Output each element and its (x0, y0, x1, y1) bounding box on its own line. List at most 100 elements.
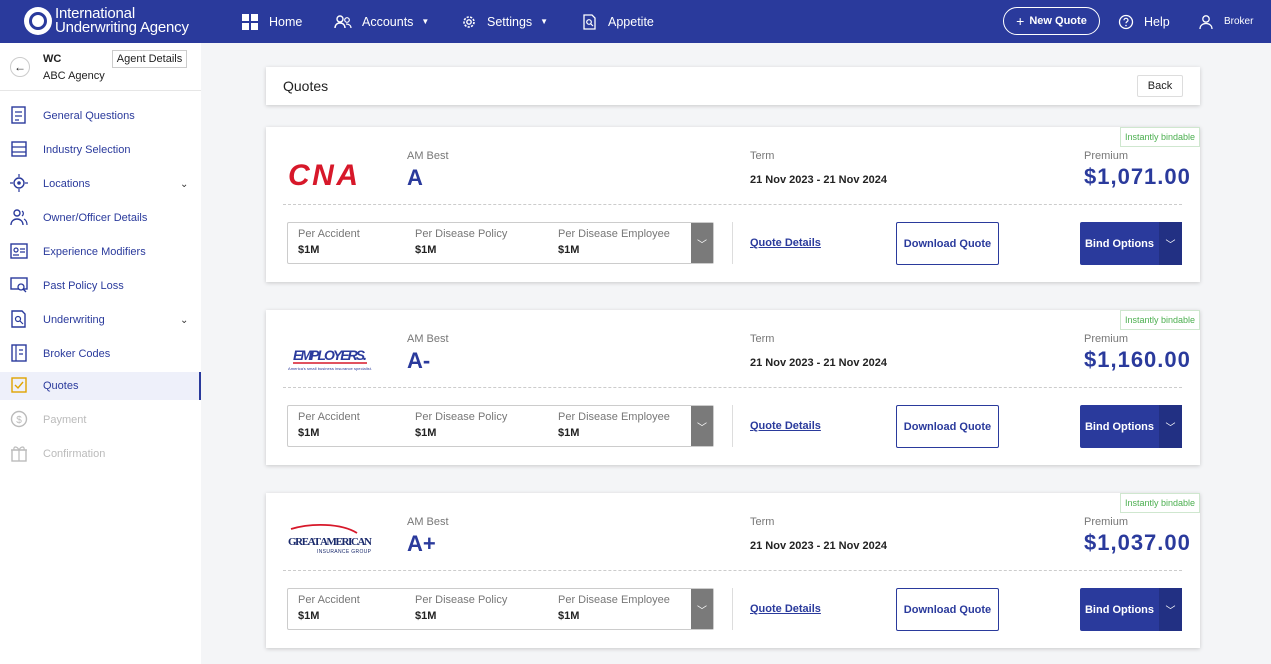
per-accident-limit: Per Accident $1M (298, 411, 360, 439)
agency-name: ABC Agency (43, 70, 105, 82)
chevron-down-icon: ▼ (540, 17, 549, 26)
bind-options-button[interactable]: Bind Options ﹀ (1080, 588, 1182, 631)
bind-options-label[interactable]: Bind Options (1080, 588, 1159, 631)
quote-card: Instantly bindable GREAT AMERICAN INSURA… (266, 493, 1200, 648)
top-navbar: International Underwriting Agency Home A… (0, 0, 1271, 43)
carrier-name: GREAT AMERICAN (288, 536, 372, 548)
brand-logo-icon (24, 7, 52, 35)
premium-label: Premium (1084, 150, 1129, 162)
sidebar-item-industry-selection[interactable]: Industry Selection (0, 136, 201, 164)
dollar-circle-icon: $ (10, 410, 28, 428)
chevron-down-icon: ▼ (421, 17, 430, 26)
bind-options-label[interactable]: Bind Options (1080, 405, 1159, 448)
sidebar-item-owner-officer-details[interactable]: Owner/Officer Details (0, 204, 201, 232)
nav-appetite[interactable]: Appetite (582, 0, 654, 43)
checklist-icon (11, 377, 27, 393)
back-arrow-icon[interactable]: ← (10, 57, 30, 77)
user-group-icon (10, 209, 28, 226)
download-quote-button[interactable]: Download Quote (896, 222, 999, 265)
sidebar-item-label: Broker Codes (43, 348, 111, 360)
chevron-down-icon: ⌄ (180, 314, 189, 326)
premium-value: $1,037.00 (1084, 530, 1191, 555)
bind-options-button[interactable]: Bind Options ﹀ (1080, 405, 1182, 448)
sidebar-item-broker-codes[interactable]: Broker Codes (0, 340, 201, 368)
limits-selector[interactable]: Per Accident $1M Per Disease Policy $1M Pe… (287, 588, 714, 630)
quote-card: Instantly bindable EMPLOYERS. America's … (266, 310, 1200, 465)
id-card-icon (10, 243, 28, 259)
nav-help[interactable]: Help (1118, 0, 1170, 43)
instantly-bindable-badge: Instantly bindable (1119, 310, 1200, 330)
am-best-rating: A+ (407, 531, 436, 556)
nav-user-menu[interactable]: Broker (1198, 0, 1253, 43)
bind-options-button[interactable]: Bind Options ﹀ (1080, 222, 1182, 265)
am-best-label: AM Best (407, 516, 449, 528)
location-target-icon (10, 174, 28, 192)
nav-home[interactable]: Home (242, 0, 302, 43)
quote-details-link[interactable]: Quote Details (750, 603, 821, 615)
divider (732, 588, 733, 630)
chevron-down-icon[interactable]: ﹀ (1159, 222, 1182, 265)
chevron-down-icon[interactable]: ﹀ (1159, 588, 1182, 631)
premium-value: $1,071.00 (1084, 164, 1191, 189)
brand-logo[interactable]: International Underwriting Agency (24, 6, 189, 36)
carrier-logo-cna: CNA (288, 159, 358, 191)
sidebar-item-label: Quotes (43, 380, 79, 392)
quote-details-link[interactable]: Quote Details (750, 420, 821, 432)
carrier-name: CNA (288, 159, 358, 191)
term-label: Term (750, 150, 775, 162)
sidebar-item-label: Payment (43, 414, 87, 426)
agent-details-button[interactable]: Agent Details (112, 50, 187, 68)
download-quote-button[interactable]: Download Quote (896, 405, 999, 448)
brand-name: International Underwriting Agency (55, 5, 189, 36)
am-best-label: AM Best (407, 333, 449, 345)
code-book-icon (11, 344, 27, 362)
users-icon (334, 14, 352, 28)
sidebar-item-label: Confirmation (43, 448, 106, 460)
sidebar-item-past-policy-loss[interactable]: Past Policy Loss (0, 272, 201, 300)
premium-value: $1,160.00 (1084, 347, 1191, 372)
user-icon (1199, 14, 1213, 29)
term-value: 21 Nov 2023 - 21 Nov 2024 (750, 174, 887, 186)
sidebar-item-experience-modifiers[interactable]: Experience Modifiers (0, 238, 201, 266)
limits-selector[interactable]: Per Accident $1M Per Disease Policy $1M Pe… (287, 222, 714, 264)
per-disease-policy-limit: Per Disease Policy $1M (415, 228, 508, 256)
carrier-tagline: America's small business insurance speci… (288, 366, 372, 371)
policy-search-icon (10, 277, 28, 293)
chevron-down-icon[interactable]: ﹀ (1159, 405, 1182, 448)
sidebar-item-underwriting[interactable]: Underwriting ⌄ (0, 306, 201, 334)
nav-settings[interactable]: Settings ▼ (461, 0, 548, 43)
quote-details-link[interactable]: Quote Details (750, 237, 821, 249)
divider (732, 222, 733, 264)
sidebar-item-general-questions[interactable]: General Questions (0, 102, 201, 130)
term-label: Term (750, 333, 775, 345)
policy-type: WC (43, 53, 62, 65)
gear-icon (463, 15, 475, 28)
sidebar-item-label: Industry Selection (43, 144, 131, 156)
divider (732, 405, 733, 447)
instantly-bindable-badge: Instantly bindable (1119, 493, 1200, 513)
sidebar-item-confirmation[interactable]: Confirmation (0, 440, 201, 468)
sidebar-item-payment[interactable]: $ Payment (0, 406, 201, 434)
bind-options-label[interactable]: Bind Options (1080, 222, 1159, 265)
chevron-down-icon[interactable]: ﹀ (691, 223, 713, 263)
back-button[interactable]: Back (1137, 75, 1183, 97)
limits-selector[interactable]: Per Accident $1M Per Disease Policy $1M Pe… (287, 405, 714, 447)
divider (283, 387, 1182, 388)
am-best-label: AM Best (407, 150, 449, 162)
nav-appetite-label: Appetite (608, 14, 654, 29)
sidebar-item-quotes[interactable]: Quotes (0, 372, 201, 400)
document-search-icon (11, 310, 26, 328)
sidebar-item-locations[interactable]: Locations ⌄ (0, 170, 201, 198)
chevron-down-icon[interactable]: ﹀ (691, 589, 713, 629)
am-best-rating: A- (407, 348, 431, 373)
nav-accounts[interactable]: Accounts ▼ (334, 0, 429, 43)
user-name: Broker (1224, 16, 1254, 27)
chevron-down-icon[interactable]: ﹀ (691, 406, 713, 446)
svg-text:$: $ (16, 415, 22, 426)
download-quote-button[interactable]: Download Quote (896, 588, 999, 631)
grid-icon (242, 13, 258, 30)
sidebar-item-label: Locations (43, 178, 91, 190)
new-quote-button[interactable]: + New Quote (1003, 7, 1100, 35)
plus-icon: + (1016, 13, 1025, 29)
divider (283, 204, 1182, 205)
